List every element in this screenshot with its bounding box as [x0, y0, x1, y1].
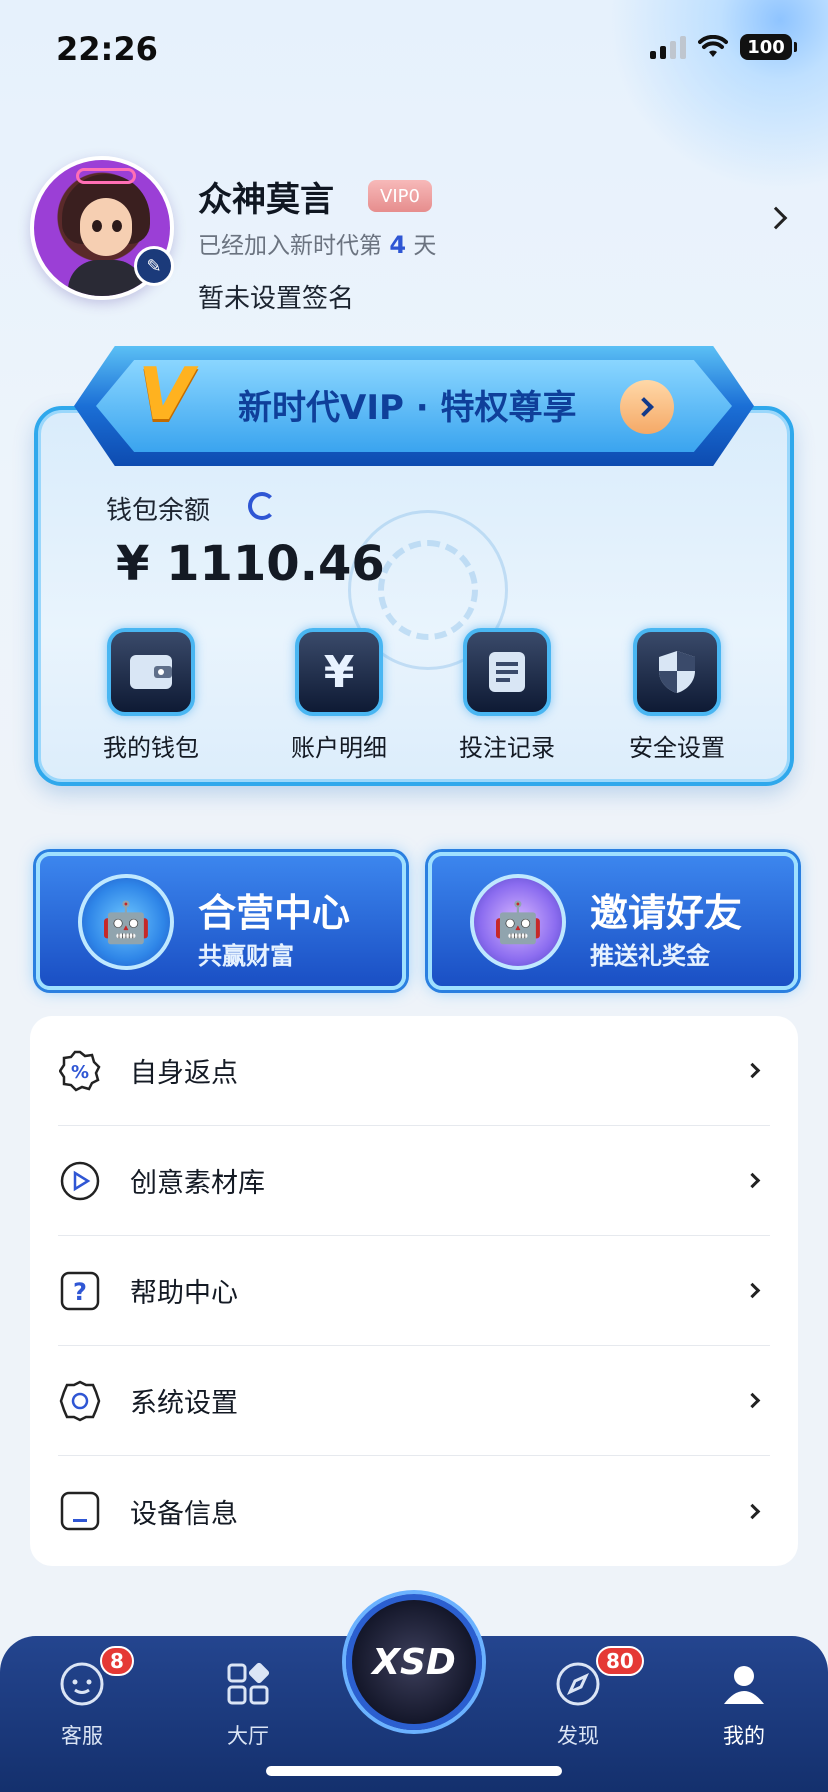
nav-discover[interactable]: 80 发现 — [518, 1646, 644, 1750]
svg-text:?: ? — [73, 1278, 87, 1306]
document-icon — [463, 628, 551, 716]
gear-icon — [58, 1379, 102, 1423]
signal-icon — [650, 35, 686, 59]
menu-item-rebate[interactable]: % 自身返点 — [58, 1016, 770, 1126]
refresh-icon[interactable] — [248, 492, 276, 520]
vip-v-logo-icon: V — [138, 352, 194, 436]
home-indicator — [266, 1766, 562, 1776]
vip-level-badge: VIP0 — [368, 180, 432, 212]
battery-indicator: 100 — [740, 34, 797, 60]
menu-item-creative-library[interactable]: 创意素材库 — [58, 1126, 770, 1236]
wallet-icon — [107, 628, 195, 716]
chat-face-icon — [60, 1662, 104, 1706]
wallet-balance: ¥ 1110.46 — [116, 536, 385, 592]
partner-center-subtitle: 共赢财富 — [198, 942, 294, 970]
settings-menu: % 自身返点 创意素材库 ? 帮助中心 系统设置 设备信息 — [30, 1016, 798, 1566]
status-icons: 100 — [650, 34, 797, 60]
discover-badge: 80 — [596, 1646, 644, 1676]
chevron-right-icon — [744, 1062, 761, 1079]
vip-banner-text: 新时代VIP · 特权尊享 — [238, 388, 577, 428]
edit-avatar-icon[interactable]: ✎ — [134, 246, 174, 286]
security-settings-button[interactable]: 安全设置 — [602, 628, 752, 763]
chevron-right-icon — [744, 1503, 761, 1519]
invite-friends-subtitle: 推送礼奖金 — [590, 942, 710, 970]
my-wallet-button[interactable]: 我的钱包 — [76, 628, 226, 763]
play-circle-icon — [58, 1159, 102, 1203]
menu-item-help-center[interactable]: ? 帮助中心 — [58, 1236, 770, 1346]
vip-arrow-icon[interactable] — [620, 380, 674, 434]
security-settings-label: 安全设置 — [629, 734, 725, 762]
invite-friends-button[interactable]: 🤖 邀请好友 推送礼奖金 — [428, 852, 798, 990]
nav-customer-service[interactable]: 8 客服 — [22, 1646, 142, 1750]
nav-label: 发现 — [557, 1724, 599, 1748]
nav-label: 客服 — [61, 1724, 103, 1748]
grid-icon — [227, 1662, 270, 1705]
menu-item-label: 系统设置 — [130, 1388, 238, 1419]
invite-friends-title: 邀请好友 — [590, 891, 743, 935]
username: 众神莫言 — [198, 180, 334, 220]
percent-badge-icon: % — [58, 1049, 102, 1093]
center-logo-button[interactable]: XSD — [346, 1594, 482, 1730]
bet-records-label: 投注记录 — [459, 734, 555, 762]
menu-item-system-settings[interactable]: 系统设置 — [58, 1346, 770, 1456]
menu-item-device-info[interactable]: 设备信息 — [58, 1456, 770, 1566]
joined-days-count: 4 — [389, 231, 407, 259]
nav-label: 我的 — [723, 1724, 765, 1748]
chevron-right-icon — [744, 1282, 761, 1299]
account-details-label: 账户明细 — [291, 734, 387, 762]
yen-icon: ¥ — [295, 628, 383, 716]
account-details-button[interactable]: ¥ 账户明细 — [264, 628, 414, 763]
menu-item-label: 帮助中心 — [130, 1278, 238, 1309]
device-icon — [58, 1489, 102, 1533]
chevron-right-icon — [744, 1172, 761, 1189]
robot-icon: 🤖 — [470, 874, 566, 970]
nav-mine[interactable]: 我的 — [684, 1660, 804, 1750]
my-wallet-label: 我的钱包 — [103, 734, 199, 762]
compass-icon — [556, 1662, 600, 1706]
svg-text:%: % — [71, 1062, 89, 1083]
wifi-icon — [698, 35, 728, 57]
signature[interactable]: 暂未设置签名 — [198, 278, 354, 315]
nav-lobby[interactable]: 大厅 — [188, 1660, 308, 1750]
menu-item-label: 创意素材库 — [130, 1168, 265, 1199]
menu-item-label: 设备信息 — [130, 1498, 238, 1530]
chevron-right-icon — [744, 1392, 761, 1409]
shield-icon — [633, 628, 721, 716]
user-icon — [724, 1666, 764, 1704]
wallet-balance-label: 钱包余额 — [106, 496, 211, 526]
status-time: 22:26 — [56, 30, 158, 68]
question-icon: ? — [58, 1269, 102, 1313]
bet-records-button[interactable]: 投注记录 — [432, 628, 582, 763]
menu-item-label: 自身返点 — [130, 1058, 238, 1089]
partner-center-title: 合营中心 — [198, 891, 351, 935]
partner-center-button[interactable]: 🤖 合营中心 共赢财富 — [36, 852, 406, 990]
nav-label: 大厅 — [227, 1724, 269, 1748]
pirate-robot-icon: 🤖 — [78, 874, 174, 970]
customer-service-badge: 8 — [100, 1646, 134, 1676]
joined-days-text: 已经加入新时代第 4 天 — [198, 231, 437, 259]
